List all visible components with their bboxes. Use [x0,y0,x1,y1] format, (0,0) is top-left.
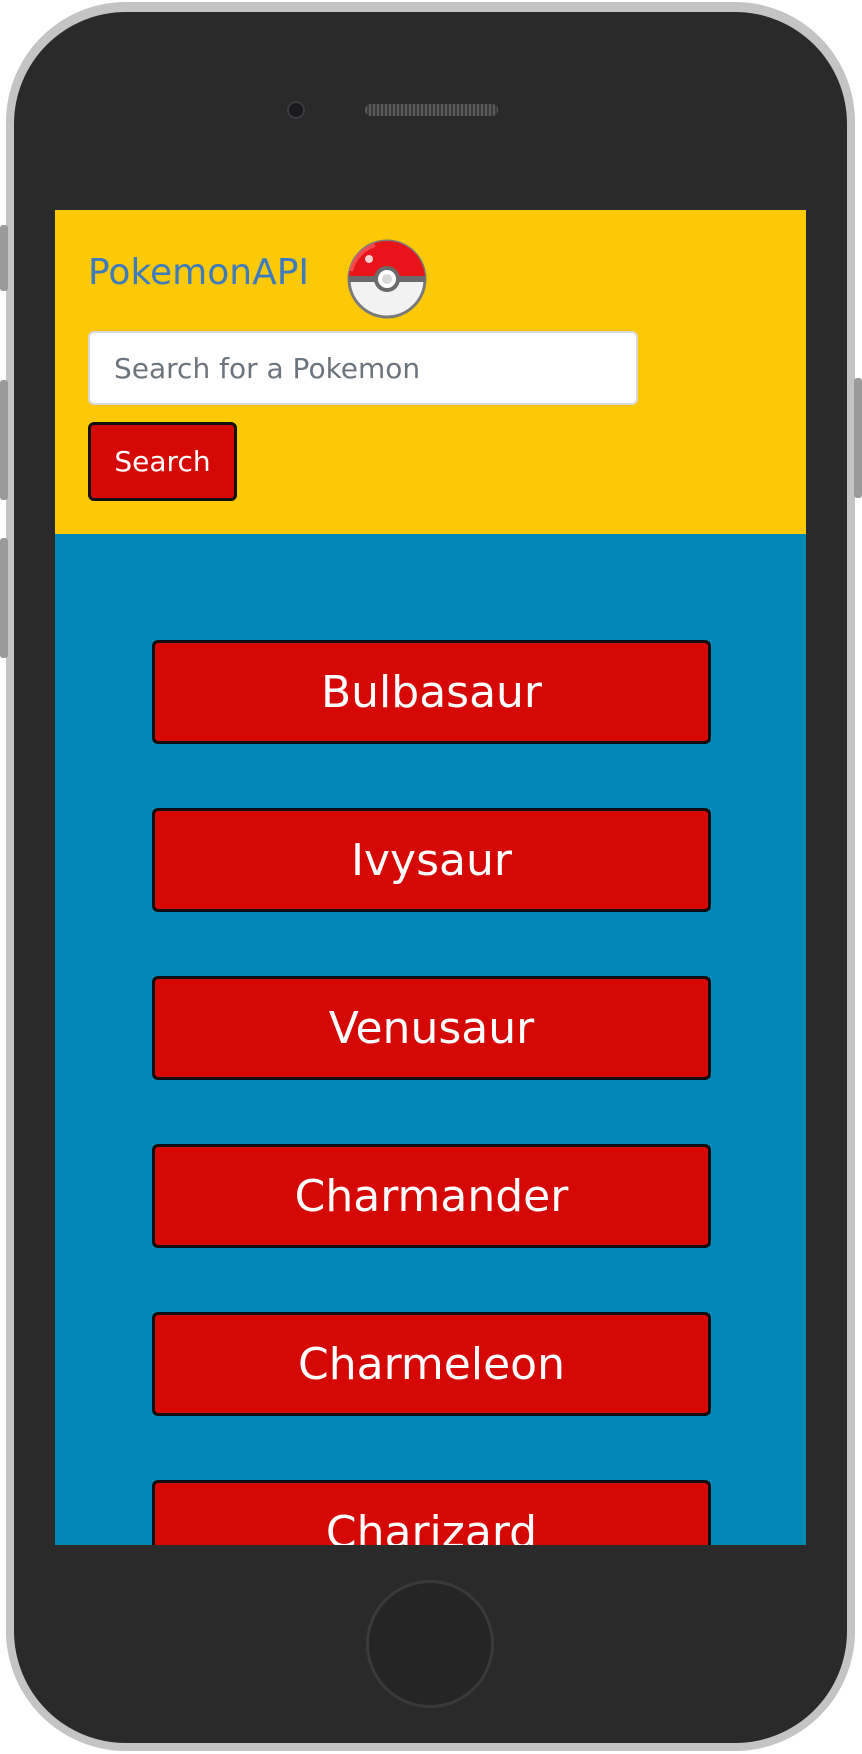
pokeball-icon [347,239,427,319]
pokemon-button[interactable]: Charmeleon [152,1312,711,1416]
front-camera [287,101,305,119]
earpiece-speaker [365,104,498,116]
pokemon-button[interactable]: Ivysaur [152,808,711,912]
search-input[interactable] [88,331,638,405]
volume-up-button [0,380,8,500]
phone-frame: PokemonAPI Search Bulbasaur Ivysaur Venu… [0,0,862,1754]
volume-down-button [0,538,8,658]
pokemon-button[interactable]: Venusaur [152,976,711,1080]
app-screen: PokemonAPI Search Bulbasaur Ivysaur Venu… [55,210,806,1545]
app-header: PokemonAPI Search [55,210,806,534]
pokemon-button[interactable]: Charmander [152,1144,711,1248]
pokemon-button[interactable]: Charizard [152,1480,711,1545]
home-button[interactable] [366,1580,494,1708]
pokemon-button[interactable]: Bulbasaur [152,640,711,744]
brand-title[interactable]: PokemonAPI [88,252,309,293]
silent-switch [0,225,8,291]
power-button [854,378,862,498]
search-button[interactable]: Search [88,422,237,501]
